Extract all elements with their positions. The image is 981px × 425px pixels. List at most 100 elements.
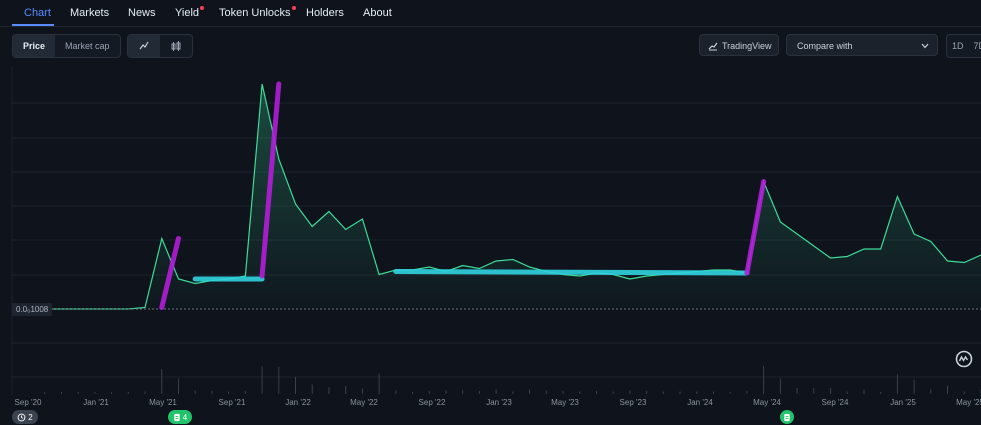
active-tab-indicator xyxy=(12,24,54,26)
volume-bar xyxy=(211,391,213,394)
tab-markets[interactable]: Markets xyxy=(70,7,109,19)
volume-bar xyxy=(412,392,414,394)
range-7d-button[interactable]: 7D xyxy=(969,35,981,57)
volume-bar xyxy=(963,391,965,394)
volume-bar xyxy=(880,392,882,394)
compare-with-label: Compare with xyxy=(797,41,853,51)
tab-holders[interactable]: Holders xyxy=(306,7,344,19)
volume-bar xyxy=(863,389,865,394)
news-marker-count: 4 xyxy=(182,412,188,422)
highlight-stroke xyxy=(393,269,750,276)
x-tick-label: May '25 xyxy=(956,398,981,407)
volume-bar xyxy=(913,379,915,394)
chart-style-toggle xyxy=(127,34,193,58)
volume-bar xyxy=(345,386,347,394)
volume-bar xyxy=(729,392,731,394)
x-tick-label: May '21 xyxy=(149,398,177,407)
volume-bar xyxy=(763,366,765,394)
volume-bar xyxy=(679,391,681,394)
volume-bar xyxy=(462,390,464,394)
tab-yield[interactable]: Yield xyxy=(175,6,205,19)
volume-bar xyxy=(311,384,313,394)
volume-bar xyxy=(94,392,96,394)
volume-bar xyxy=(896,374,898,394)
line-chart-icon xyxy=(139,41,149,50)
chart-toolbar: Price Market cap TradingView Compare wit… xyxy=(0,34,981,58)
volume-bar xyxy=(478,391,480,394)
volume-bar xyxy=(595,391,597,394)
x-tick-label: Sep '22 xyxy=(418,398,446,407)
volume-bar xyxy=(947,385,949,394)
volume-bar xyxy=(127,392,129,394)
price-chart[interactable] xyxy=(0,66,981,425)
tab-news[interactable]: News xyxy=(128,7,156,19)
volume-bar xyxy=(328,387,330,394)
x-tick-label: Sep '20 xyxy=(14,398,42,407)
volume-bar xyxy=(512,391,514,394)
tab-token-unlocks[interactable]: Token Unlocks xyxy=(219,6,296,19)
volume-bar xyxy=(144,391,146,394)
compare-with-dropdown[interactable]: Compare with xyxy=(786,34,938,56)
volume-bar xyxy=(562,391,564,394)
volume-bars xyxy=(44,366,981,394)
volume-bar xyxy=(746,391,748,394)
volume-bar xyxy=(579,391,581,394)
volume-bar xyxy=(779,378,781,394)
tab-bar: Chart Markets News Yield Token Unlocks H… xyxy=(0,0,981,27)
volume-bar xyxy=(295,377,297,394)
chart-line-icon xyxy=(708,42,718,51)
volume-bar xyxy=(629,390,631,394)
x-tick-label: Jan '21 xyxy=(83,398,109,407)
tab-about[interactable]: About xyxy=(363,7,392,19)
tab-chart[interactable]: Chart xyxy=(24,7,51,19)
x-tick-label: May '23 xyxy=(551,398,579,407)
volume-bar xyxy=(712,391,714,394)
news-marker-2[interactable] xyxy=(780,410,794,424)
volume-bar xyxy=(44,392,46,394)
volume-bar xyxy=(529,389,531,394)
volume-bar xyxy=(495,389,497,394)
line-chart-button[interactable] xyxy=(128,35,160,57)
volume-bar xyxy=(378,373,380,394)
volume-bar xyxy=(361,388,363,394)
volume-bar xyxy=(545,390,547,394)
chart-gridlines xyxy=(11,66,981,396)
volume-bar xyxy=(612,391,614,394)
price-button[interactable]: Price xyxy=(13,35,56,57)
news-marker[interactable]: 4 xyxy=(168,410,192,424)
tradingview-button[interactable]: TradingView xyxy=(699,34,779,56)
volume-bar xyxy=(930,389,932,394)
volume-bar xyxy=(278,367,280,394)
volume-bar xyxy=(696,391,698,394)
volume-bar xyxy=(228,391,230,394)
market-cap-button[interactable]: Market cap xyxy=(55,35,120,57)
history-marker[interactable]: 2 xyxy=(12,410,38,424)
x-tick-label: May '24 xyxy=(753,398,781,407)
volume-bar xyxy=(111,392,113,394)
x-tick-label: Jan '22 xyxy=(285,398,311,407)
x-tick-label: Jan '23 xyxy=(486,398,512,407)
tradingview-label: TradingView xyxy=(722,41,772,51)
volume-bar xyxy=(846,391,848,394)
tab-yield-label: Yield xyxy=(175,7,200,19)
x-tick-label: Jan '25 xyxy=(890,398,916,407)
chevron-down-icon xyxy=(921,43,929,49)
candlestick-icon xyxy=(171,41,181,51)
range-1d-button[interactable]: 1D xyxy=(947,35,969,57)
volume-bar xyxy=(60,392,62,394)
price-axis-tag: 0.0₀1008 xyxy=(12,303,53,316)
x-tick-label: Sep '24 xyxy=(821,398,849,407)
tab-token-unlocks-label: Token Unlocks xyxy=(219,7,291,19)
volume-bar xyxy=(445,390,447,394)
volume-bar xyxy=(244,391,246,394)
volume-bar xyxy=(161,369,163,394)
volume-bar xyxy=(261,366,263,394)
candlestick-button[interactable] xyxy=(160,35,192,57)
document-icon xyxy=(784,413,790,421)
volume-bar xyxy=(662,391,664,394)
volume-bar xyxy=(177,378,179,394)
coinmarketcap-logo-icon xyxy=(955,350,973,368)
notification-dot-icon xyxy=(200,6,205,10)
volume-bar xyxy=(796,388,798,394)
volume-bar xyxy=(646,391,648,394)
